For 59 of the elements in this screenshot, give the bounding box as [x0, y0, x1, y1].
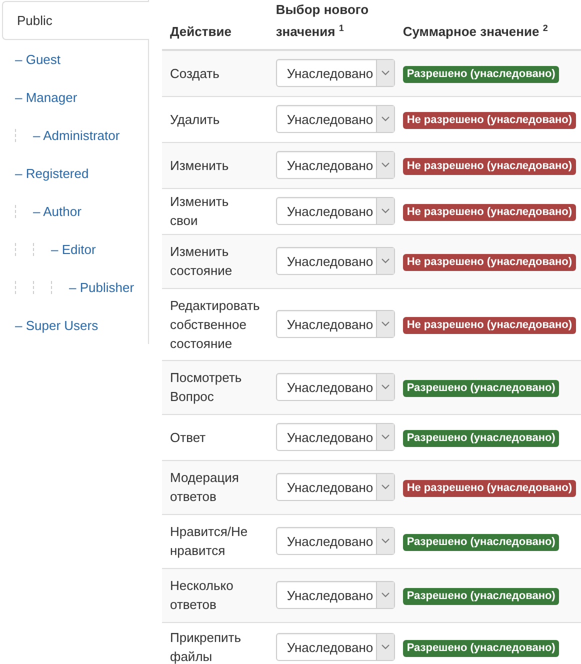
- action-label: Создать: [162, 50, 268, 96]
- setting-dropdown[interactable]: Унаследовано: [276, 373, 395, 401]
- status-badge: Разрешено (унаследовано): [402, 588, 560, 605]
- setting-dropdown[interactable]: Унаследовано: [276, 423, 395, 451]
- caret-icon: [376, 248, 394, 274]
- setting-dropdown[interactable]: Унаследовано: [276, 197, 395, 225]
- group-link[interactable]: – Author: [33, 204, 82, 218]
- group-link[interactable]: – Editor: [51, 242, 96, 256]
- group-link[interactable]: – Guest: [15, 52, 61, 66]
- status-badge: Разрешено (унаследовано): [402, 380, 560, 397]
- action-label: Прикрепить файлы: [162, 622, 268, 664]
- action-label: Несколько ответов: [162, 568, 268, 622]
- setting-dropdown[interactable]: Унаследовано: [276, 310, 395, 338]
- action-label: Модерация ответов: [162, 460, 268, 514]
- status-badge: Разрешено (унаследовано): [402, 66, 560, 84]
- action-label: Изменить состояние: [162, 234, 268, 288]
- action-label: Посмотреть Вопрос: [162, 360, 268, 414]
- setting-dropdown[interactable]: Унаследовано: [276, 59, 395, 88]
- status-badge: Разрешено (унаследовано): [402, 430, 560, 447]
- caret-icon: [376, 528, 394, 554]
- status-badge: Разрешено (унаследовано): [402, 534, 560, 551]
- caret-icon: [376, 198, 394, 224]
- indent-guide: [33, 242, 34, 256]
- setting-dropdown[interactable]: Унаследовано: [276, 527, 395, 555]
- caret-icon: [376, 582, 394, 608]
- status-badge: Не разрешено (унаследовано): [402, 204, 576, 221]
- setting-dropdown[interactable]: Унаследовано: [276, 151, 395, 179]
- setting-dropdown[interactable]: Унаследовано: [276, 473, 395, 501]
- caret-icon: [376, 474, 394, 500]
- status-badge: Разрешено (унаследовано): [402, 640, 560, 658]
- group-tab[interactable]: Public: [2, 1, 149, 40]
- indent-guide: [15, 280, 16, 294]
- setting-dropdown[interactable]: Унаследовано: [276, 105, 395, 133]
- caret-icon: [376, 152, 394, 178]
- caret-icon: [376, 374, 394, 400]
- indent-guide: [15, 128, 16, 142]
- setting-dropdown[interactable]: Унаследовано: [276, 247, 395, 275]
- group-link[interactable]: – Registered: [15, 166, 89, 180]
- indent-guide: [15, 242, 16, 256]
- caret-icon: [376, 634, 394, 660]
- group-link[interactable]: – Publisher: [69, 280, 134, 294]
- indent-guide: [15, 204, 16, 218]
- indent-guide: [51, 280, 52, 294]
- group-link[interactable]: – Administrator: [33, 128, 120, 142]
- caret-icon: [376, 60, 394, 86]
- setting-dropdown[interactable]: Унаследовано: [276, 581, 395, 609]
- status-badge: Не разрешено (унаследовано): [402, 112, 576, 129]
- group-link[interactable]: – Manager: [15, 90, 78, 104]
- status-badge: Не разрешено (унаследовано): [402, 254, 576, 271]
- caret-icon: [376, 311, 394, 337]
- status-badge: Не разрешено (унаследовано): [402, 317, 576, 334]
- status-badge: Не разрешено (унаследовано): [402, 480, 576, 497]
- caret-icon: [376, 106, 394, 132]
- setting-dropdown[interactable]: Унаследовано: [276, 633, 395, 662]
- group-link[interactable]: – Super Users: [15, 318, 98, 332]
- indent-guide: [33, 280, 34, 294]
- caret-icon: [376, 424, 394, 450]
- status-badge: Не разрешено (унаследовано): [402, 158, 576, 175]
- action-label: Изменить: [162, 142, 268, 188]
